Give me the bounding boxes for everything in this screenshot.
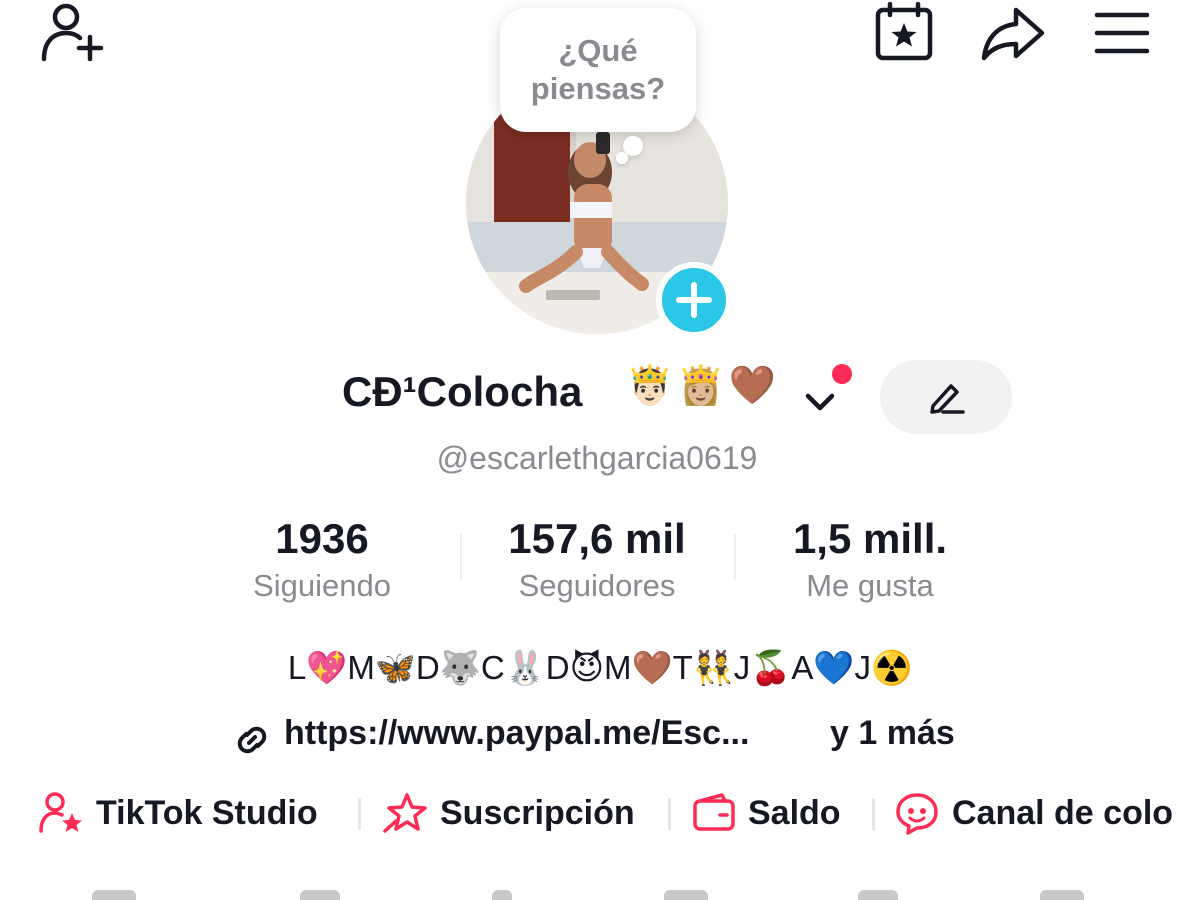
stat-following-label: Siguiendo — [253, 568, 391, 603]
link-icon-wrap — [232, 720, 272, 760]
display-name: CĐ¹Colocha — [342, 368, 583, 415]
menu-button[interactable] — [1090, 6, 1154, 60]
tab-icon-peek — [492, 890, 512, 900]
stat-following[interactable]: 1936 Siguiendo — [222, 514, 422, 608]
bio-link-more[interactable]: y 1 más — [830, 714, 955, 753]
tool-label: Canal de colo — [952, 793, 1174, 832]
add-story-button[interactable] — [656, 262, 732, 338]
stat-divider — [460, 534, 462, 580]
tab-icon-peek — [664, 890, 708, 900]
tool-tiktok-studio[interactable]: TikTok Studio — [38, 786, 318, 840]
edit-profile-button[interactable] — [880, 360, 1012, 434]
tab-icon-peek — [300, 890, 340, 900]
stat-likes-label: Me gusta — [806, 568, 934, 603]
bio-text: L💖M🦋D🐺C🐰D😈M🤎T👯J🍒A💙J☢️ — [287, 649, 913, 686]
share-icon — [981, 7, 1045, 61]
name-row: CĐ¹Colocha 🤴🏻👸🏼🤎 — [0, 360, 1200, 432]
tool-balance[interactable]: Saldo — [692, 786, 841, 840]
calendar-button[interactable] — [870, 0, 938, 64]
stat-followers[interactable]: 157,6 mil Seguidores — [476, 514, 718, 608]
stat-likes[interactable]: 1,5 mill. Me gusta — [764, 514, 976, 608]
tool-label: Suscripción — [440, 793, 635, 832]
tool-subscription[interactable]: Suscripción — [382, 786, 635, 840]
chat-channel-icon — [896, 793, 938, 835]
tools-divider — [358, 798, 361, 830]
menu-icon — [1094, 12, 1150, 54]
stat-divider — [734, 534, 736, 580]
tab-icon-peek — [92, 890, 136, 900]
creator-tools-row: TikTok Studio Suscripción Saldo Canal de… — [0, 786, 1200, 840]
tools-divider — [668, 798, 671, 830]
username-handle-row: @escarlethgarcia0619 — [0, 440, 1200, 477]
wallet-icon — [693, 793, 735, 831]
thought-bubble[interactable]: ¿Qué piensas? — [500, 8, 696, 132]
share-button[interactable] — [978, 2, 1048, 64]
stat-followers-label: Seguidores — [518, 568, 676, 603]
thought-bubble-dot — [616, 152, 628, 164]
bio-link-url[interactable]: https://www.paypal.me/Esc... — [284, 714, 749, 753]
stat-following-value: 1936 — [275, 515, 369, 562]
name-emojis: 🤴🏻👸🏼🤎 — [626, 365, 780, 407]
tool-channel[interactable]: Canal de colo — [894, 786, 1173, 840]
bio-link-row[interactable]: https://www.paypal.me/Esc... y 1 más — [0, 712, 1200, 762]
notification-dot — [832, 364, 852, 384]
add-friend-button[interactable] — [34, 0, 110, 64]
content-tabs-peek — [0, 880, 1200, 900]
pencil-icon — [930, 384, 965, 414]
calendar-star-icon — [875, 2, 933, 61]
plus-icon — [676, 282, 712, 318]
link-icon — [237, 726, 267, 754]
thought-bubble-text: ¿Qué piensas? — [530, 33, 666, 106]
tab-icon-peek — [858, 890, 898, 900]
username-handle: @escarlethgarcia0619 — [436, 440, 758, 476]
subscription-star-icon — [383, 793, 427, 833]
tool-label: Saldo — [748, 793, 841, 832]
stat-likes-value: 1,5 mill. — [792, 515, 948, 562]
tools-divider — [872, 798, 875, 830]
stat-followers-value: 157,6 mil — [508, 515, 686, 562]
tab-icon-peek — [1040, 890, 1084, 900]
account-switch-button[interactable] — [800, 382, 840, 422]
add-friend-icon — [41, 3, 104, 62]
studio-icon — [39, 792, 82, 833]
chevron-down-icon — [805, 393, 835, 411]
tool-label: TikTok Studio — [96, 793, 318, 832]
